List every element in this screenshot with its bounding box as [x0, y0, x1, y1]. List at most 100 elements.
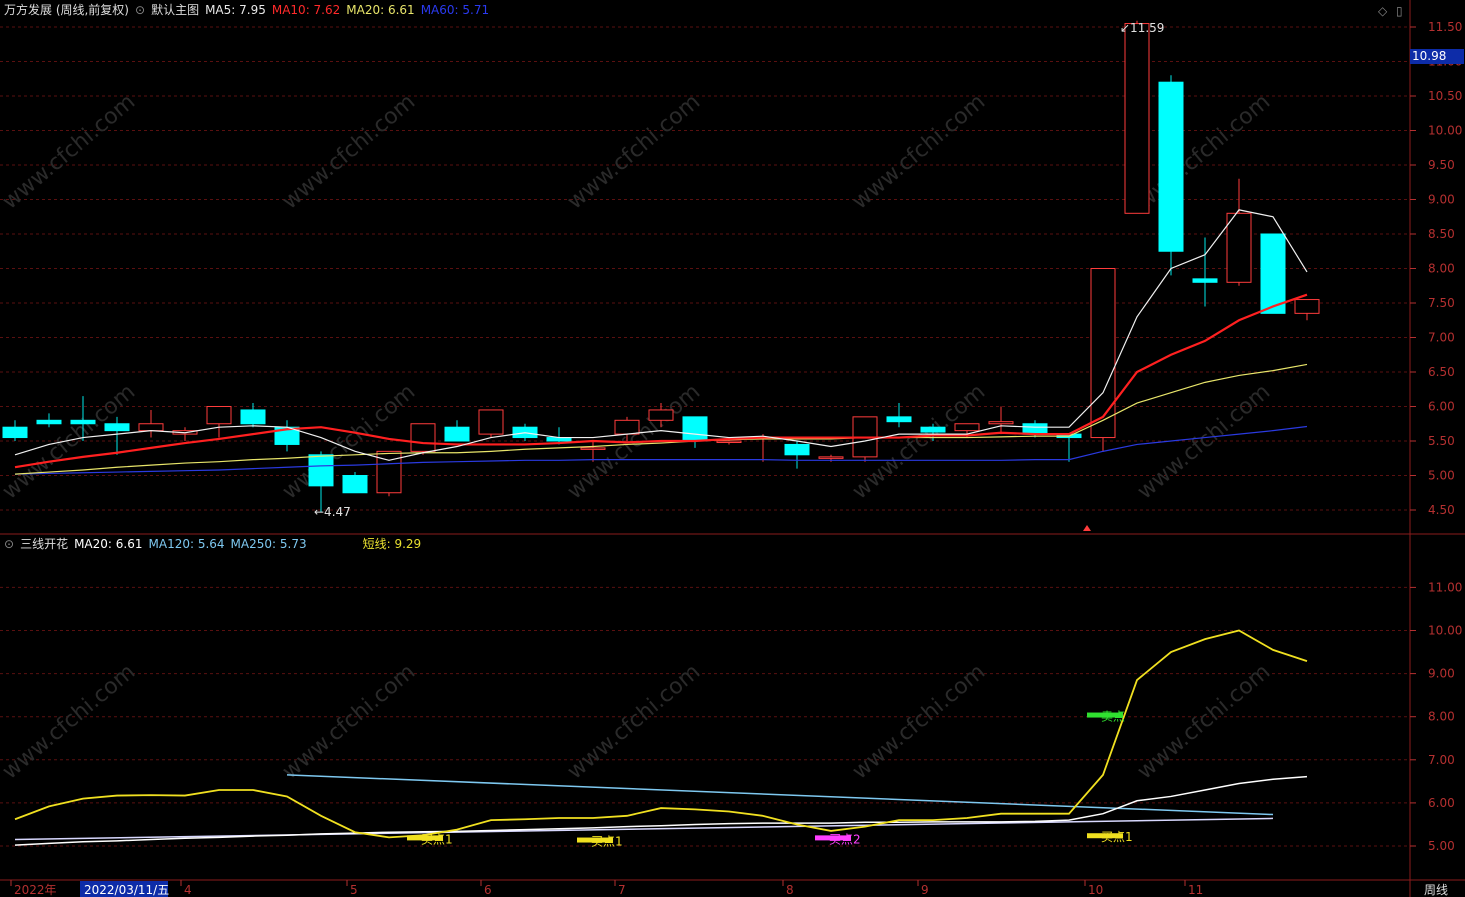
candle-body-down [2, 426, 28, 439]
candle-body-up [580, 447, 606, 450]
candle-body-up [1124, 23, 1150, 214]
y-tick-label: 6.00 [1428, 796, 1455, 810]
y-tick-label: 7.00 [1428, 331, 1455, 345]
candle-body-down [1022, 423, 1048, 435]
signal-label: 买点2 [829, 832, 861, 846]
x-tick-label: 5 [350, 883, 358, 897]
candle-body-down [920, 426, 946, 433]
sub-ma20-label: MA20: 6.61 [74, 537, 143, 551]
y-tick-label: 11.00 [1428, 580, 1462, 594]
candle-body-up [988, 421, 1014, 425]
ma20-label: MA20: 6.61 [346, 3, 415, 17]
settings-icon[interactable]: ⊙ [135, 3, 145, 17]
x-tick-label: 9 [921, 883, 929, 897]
y-tick-label: 6.50 [1428, 365, 1455, 379]
candle-body-down [784, 443, 810, 456]
ma60-label: MA60: 5.71 [420, 3, 490, 17]
y-tick-label: 6.00 [1428, 400, 1455, 414]
event-marker-icon [1083, 525, 1091, 531]
ma250-sub-line [14, 817, 1274, 841]
candle-body-down [444, 426, 470, 442]
high-price-label: ↙11.59 [1120, 21, 1164, 35]
y-tick-label: 10.50 [1428, 89, 1462, 103]
watermark-text: www.cfchi.com [0, 659, 140, 784]
y-tick-label: 5.50 [1428, 434, 1455, 448]
y-tick-label: 7.50 [1428, 296, 1455, 310]
watermark-text: www.cfchi.com [0, 379, 140, 504]
candle-body-down [308, 454, 334, 487]
chart-stage[interactable]: 11.50 11.00 10.50 10.00 9.50 9.00 8.50 8.00 7.50… [0, 0, 1465, 897]
candle-body-up [478, 409, 504, 435]
diamond-icon[interactable]: ◇ [1378, 4, 1387, 18]
y-tick-label: 5.00 [1428, 839, 1455, 853]
ma10-label: MA10: 7.62 [271, 3, 341, 17]
stock-name[interactable]: 万方发展 (周线,前复权) [4, 3, 129, 17]
candle-body-up [1226, 212, 1252, 283]
short-line [14, 629, 1308, 839]
sub-ma250-label: MA250: 5.73 [230, 537, 307, 551]
candle-body-up [818, 456, 844, 459]
y-tick-label: 9.00 [1428, 667, 1455, 681]
y-tick-label: 9.00 [1428, 193, 1455, 207]
candle-body-down [342, 475, 368, 494]
watermark-text: www.cfchi.com [278, 659, 420, 784]
short-line-label: 短线: 9.29 [362, 537, 422, 551]
candle-body-down [70, 419, 96, 425]
current-price-badge: 10.98 [1410, 49, 1464, 64]
ma5-label: MA5: 7.95 [205, 3, 266, 17]
candle-body-up [410, 423, 436, 452]
period-label: 周线 [1424, 883, 1448, 897]
x-tick-label: 7 [618, 883, 626, 897]
candle-body-up [1294, 299, 1320, 314]
watermark-text: www.cfchi.com [0, 89, 140, 214]
x-tick-label: 10 [1088, 883, 1103, 897]
signal-label: 卖点 [1101, 710, 1125, 724]
candle-body-up [648, 409, 674, 421]
watermark-text: www.cfchi.com [1133, 89, 1275, 214]
y-tick-label: 10.00 [1428, 624, 1462, 638]
ma120-sub-line [286, 774, 1274, 816]
candle-body-down [36, 419, 62, 425]
watermark-text: www.cfchi.com [563, 89, 705, 214]
main-legend: 万方发展 (周线,前复权) ⊙ 默认主图 MA5: 7.95 MA10: 7.62 MA2… [4, 2, 495, 18]
signal-label: 买点1 [1101, 830, 1133, 844]
y-tick-label: 8.00 [1428, 262, 1455, 276]
y-tick-label: 11.50 [1428, 20, 1462, 34]
signal-label: 买点1 [591, 835, 623, 849]
candle-body-up [716, 440, 742, 443]
x-tick-label: 11 [1188, 883, 1203, 897]
chart-canvas[interactable]: 11.50 11.00 10.50 10.00 9.50 9.00 8.50 8.00 7.50… [0, 0, 1465, 897]
watermark-text: www.cfchi.com [848, 659, 990, 784]
template-name[interactable]: 默认主图 [151, 3, 199, 17]
candle-body-down [682, 416, 708, 442]
candle-body-up [954, 423, 980, 432]
candle-body-up [614, 419, 640, 435]
candle-body-down [1260, 233, 1286, 314]
signal-label: 买点1 [421, 832, 453, 846]
collapse-icon[interactable]: ▯ [1396, 4, 1403, 18]
candle-body-up [138, 423, 164, 432]
watermark-text: www.cfchi.com [563, 659, 705, 784]
y-tick-label: 5.00 [1428, 469, 1455, 483]
y-tick-label: 8.50 [1428, 227, 1455, 241]
candle-body-down [240, 409, 266, 425]
low-price-label: ←4.47 [314, 505, 351, 519]
indicator-name[interactable]: 三线开花 [20, 537, 68, 551]
candle-body-down [104, 423, 130, 432]
watermark-text: www.cfchi.com [848, 89, 990, 214]
cursor-date-label: 2022/03/11/五 [84, 883, 169, 897]
x-tick-label: 2022年 [14, 883, 57, 897]
y-tick-label: 8.00 [1428, 710, 1455, 724]
y-tick-label: 7.00 [1428, 753, 1455, 767]
sub-legend: ⊙ 三线开花 MA20: 6.61 MA120: 5.64 MA250: 5.73 短线:… [4, 536, 427, 552]
watermark-text: www.cfchi.com [278, 89, 420, 214]
x-tick-label: 6 [484, 883, 492, 897]
x-tick-label: 4 [184, 883, 192, 897]
candle-body-down [886, 416, 912, 423]
candle-body-up [206, 406, 232, 425]
settings-icon[interactable]: ⊙ [4, 537, 14, 551]
y-tick-label: 4.50 [1428, 503, 1455, 517]
y-tick-label: 10.00 [1428, 124, 1462, 138]
watermark-text: www.cfchi.com [1133, 659, 1275, 784]
y-tick-label: 9.50 [1428, 158, 1455, 172]
